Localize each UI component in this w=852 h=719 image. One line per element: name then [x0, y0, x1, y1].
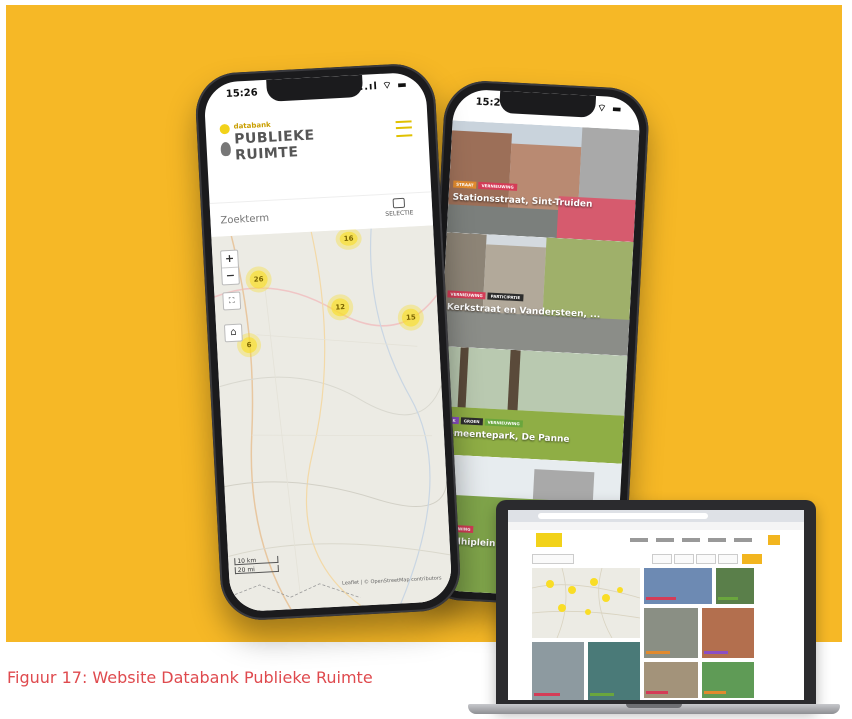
- laptop-hinge-notch: [626, 704, 682, 708]
- zoom-control: + −: [220, 249, 240, 286]
- project-tile[interactable]: [644, 608, 698, 658]
- laptop-device: [496, 500, 816, 708]
- scale-mi: 20 mi: [234, 564, 279, 575]
- map-view[interactable]: + − ⛶ ⌂ 16 26 12 15 6 10 km 20 mi Leafle…: [211, 225, 453, 613]
- site-logo[interactable]: [536, 533, 562, 547]
- project-card[interactable]: STRAAT VERNIEUWING Stationsstraat, Sint-…: [446, 120, 640, 243]
- project-card[interactable]: VERNIEUWING PARTICIPATIE Kerkstraat en V…: [440, 232, 634, 356]
- map-tiles: [211, 225, 453, 613]
- filter-submit[interactable]: [742, 554, 762, 564]
- home-button[interactable]: ⌂: [223, 323, 243, 343]
- project-tile[interactable]: [588, 642, 640, 700]
- site-logo[interactable]: databank PUBLIEKE RUIMTE: [205, 108, 430, 190]
- site-navigation[interactable]: [630, 538, 760, 542]
- project-tile[interactable]: [532, 642, 584, 700]
- laptop-map-tiles: [532, 568, 640, 638]
- search-input[interactable]: [217, 203, 343, 232]
- project-tile[interactable]: [644, 662, 698, 698]
- project-tile[interactable]: [716, 568, 754, 604]
- browser-toolbar: [508, 510, 804, 529]
- project-card[interactable]: PARK GROEN VERNIEUWING Gemeentepark, De …: [435, 346, 628, 464]
- zoom-out-button[interactable]: −: [221, 266, 239, 285]
- phone-map-device: 15:26 ..ıl ⌔ ▬ databank PUBLIEKE RUIMTE …: [193, 62, 463, 622]
- logo-line-2: RUIMTE: [234, 144, 299, 164]
- logo-dot-icon: [219, 123, 230, 135]
- project-tile[interactable]: [702, 608, 754, 658]
- map-scale: 10 km 20 mi: [234, 555, 279, 576]
- filter-chip[interactable]: [674, 554, 694, 564]
- phone-map-screen: 15:26 ..ıl ⌔ ▬ databank PUBLIEKE RUIMTE …: [203, 71, 453, 613]
- filter-chip[interactable]: [718, 554, 738, 564]
- project-tile[interactable]: [644, 568, 712, 604]
- address-bar[interactable]: [538, 513, 708, 519]
- logo-pin-icon: [220, 141, 232, 157]
- filter-row: [532, 554, 780, 564]
- card-tag: STRAAT: [453, 180, 477, 189]
- laptop-project-grid: [644, 568, 780, 698]
- filter-chip[interactable]: [652, 554, 672, 564]
- status-time: 15:26: [225, 87, 258, 100]
- filter-chip[interactable]: [696, 554, 716, 564]
- site-search-button[interactable]: [768, 535, 780, 545]
- window-controls: [512, 514, 532, 529]
- filter-label: SELECTIE: [385, 209, 414, 218]
- hamburger-menu-icon[interactable]: [395, 120, 413, 138]
- scale-km: 10 km: [234, 555, 279, 566]
- phone-notch: [266, 74, 364, 102]
- filter-icon: [392, 197, 406, 209]
- laptop-screen: [508, 510, 804, 700]
- card-tag: GROEN: [460, 417, 483, 426]
- project-tile[interactable]: [702, 662, 754, 698]
- laptop-map[interactable]: [532, 568, 640, 638]
- zoom-in-button[interactable]: +: [221, 251, 238, 268]
- fullscreen-button[interactable]: ⛶: [222, 291, 242, 311]
- phone-notch: [498, 90, 596, 118]
- site-header: [508, 530, 804, 552]
- filter-field[interactable]: [532, 554, 574, 564]
- figure-caption: Figuur 17: Website Databank Publieke Rui…: [7, 668, 373, 687]
- signal-battery-icon: ..ıl ⌔ ▬: [359, 79, 408, 93]
- filter-button[interactable]: SELECTIE: [372, 197, 427, 226]
